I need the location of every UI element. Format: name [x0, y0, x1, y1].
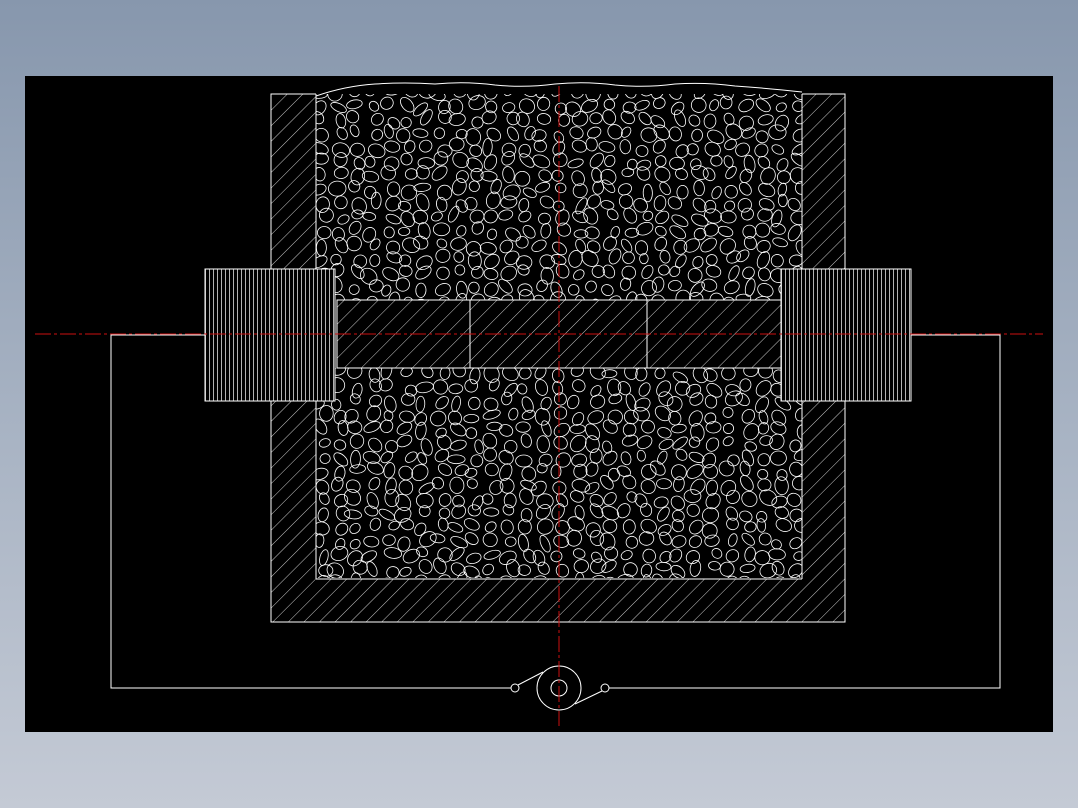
left-electrode [204, 268, 336, 402]
cad-drawing [35, 82, 1043, 726]
power-source-symbol [510, 665, 610, 711]
right-electrode [780, 268, 912, 402]
drawing-viewport [25, 76, 1053, 732]
